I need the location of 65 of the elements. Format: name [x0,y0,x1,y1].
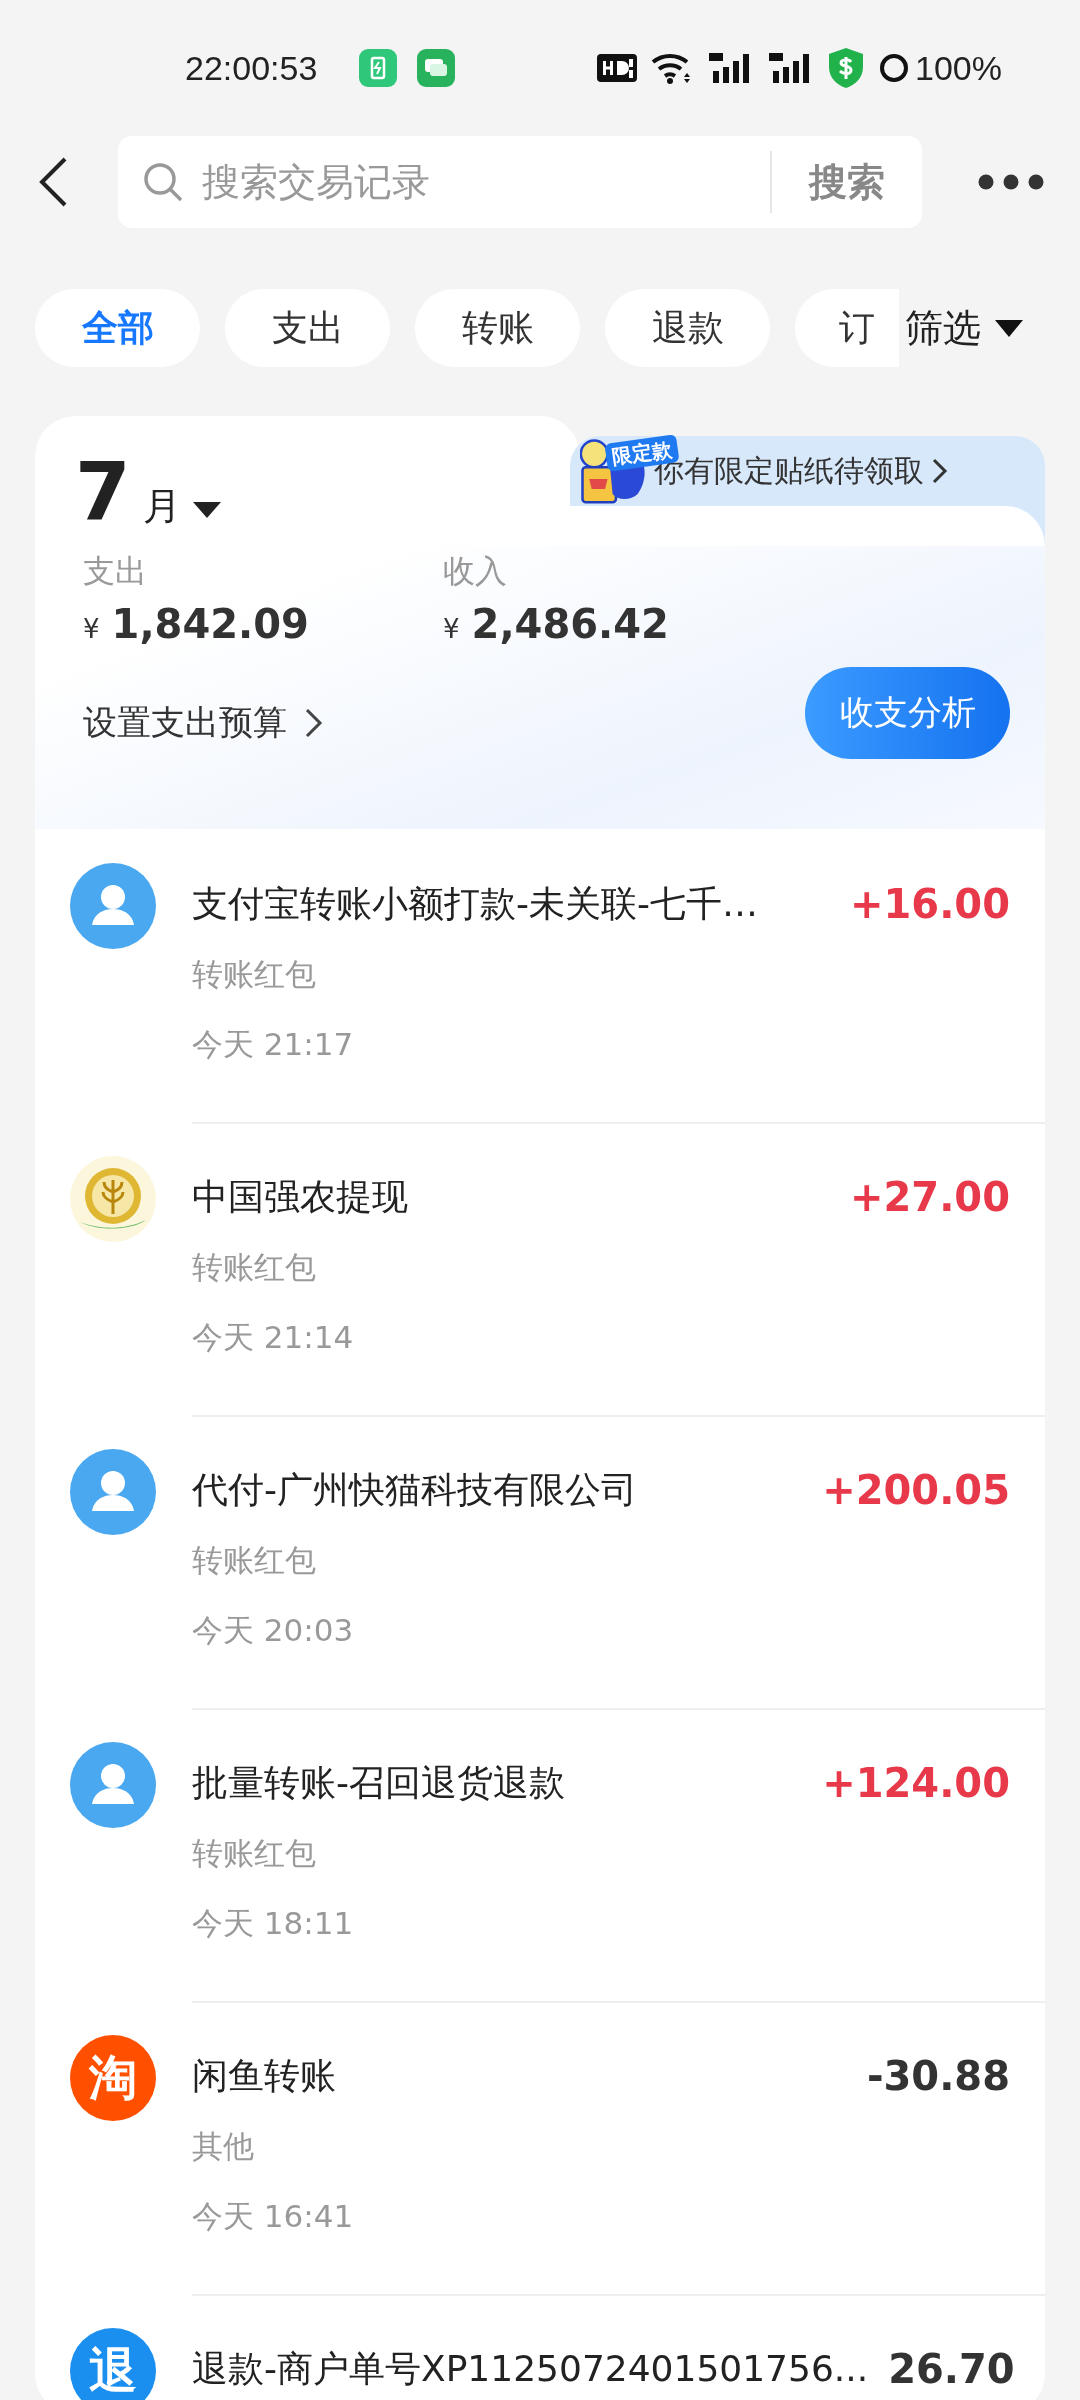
person-avatar-icon [70,1449,156,1535]
search-button[interactable]: 搜索 [772,136,922,228]
caret-icon [995,318,1023,338]
analysis-button[interactable]: 收支分析 [805,667,1010,759]
income-label: 收入 [443,551,508,592]
transaction-amount: +124.00 [822,1760,1010,1806]
transaction-category: 转账红包 [192,1834,317,1873]
transaction-row[interactable]: 代付-广州快猫科技有限公司 +200.05 转账红包 今天 20:03 [35,1415,1045,1708]
chevron-icon [305,708,323,738]
budget-link[interactable]: 设置支出预算 [83,700,323,746]
expense-label: 支出 [83,551,148,592]
transaction-title: 支付宝转账小额打款-未关联-七千… [192,881,758,926]
transaction-row[interactable]: 批量转账-召回退货退款 +124.00 转账红包 今天 18:11 [35,1708,1045,2001]
battery-level: 100% [915,48,1002,88]
transaction-amount: +16.00 [849,881,1010,927]
filter-tab[interactable]: 转账 [415,289,580,367]
filter-tab[interactable]: 订 [795,289,899,367]
transaction-title: 退款-商户单号XP1125072401501756... [192,2346,869,2391]
message-app-icon [417,49,456,87]
filter-tab[interactable]: 全部 [35,289,200,367]
transaction-category: 其他 [192,2127,255,2166]
back-button[interactable] [38,156,68,208]
hd-icon [597,54,638,82]
transaction-category: 转账红包 [192,1541,317,1580]
filter-tab[interactable]: 退款 [605,289,770,367]
caret-icon [192,501,221,519]
person-avatar-icon [70,1742,156,1828]
transaction-amount: 26.70 [888,2346,1015,2392]
battery-app-icon [359,49,398,87]
search-icon [142,161,184,203]
transaction-category: 转账红包 [192,1248,317,1287]
transaction-row[interactable]: 退 退款-商户单号XP1125072401501756... 26.70 [35,2294,1045,2400]
transaction-title: 中国强农提现 [192,1174,408,1219]
chevron-icon [932,458,948,484]
transaction-time: 今天 20:03 [192,1611,355,1650]
transaction-time: 今天 21:17 [192,1025,355,1064]
transaction-title: 批量转账-召回退货退款 [192,1760,565,1805]
more-icon [977,173,1045,191]
transaction-amount: -30.88 [866,2053,1010,2099]
search-field[interactable]: 搜索交易记录 搜索 [118,136,922,228]
transaction-time: 今天 16:41 [192,2197,355,2236]
expense-amount: ¥ 1,842.09 [83,600,310,649]
clock-time: 22:00:53 [185,48,318,88]
more-button[interactable] [977,173,1045,191]
transaction-amount: +200.05 [822,1467,1010,1513]
filter-button[interactable]: 筛选 [905,288,1023,368]
transaction-row[interactable]: 中国强农提现 +27.00 转账红包 今天 21:14 [35,1122,1045,1415]
back-icon [38,156,68,208]
transaction-row[interactable]: 支付宝转账小额打款-未关联-七千… +16.00 转账红包 今天 21:17 [35,829,1045,1122]
ring-icon [879,53,910,83]
transaction-time: 今天 18:11 [192,1904,355,1943]
avatar-icon: 退 [70,2328,156,2400]
wheat-logo-icon [70,1156,156,1242]
income-amount: ¥ 2,486.42 [443,600,670,649]
month-selector[interactable]: 7 月 [75,452,221,532]
avatar-icon: 淘 [70,2035,156,2121]
transaction-category: 转账红包 [192,955,317,994]
transaction-row[interactable]: 淘 闲鱼转账 -30.88 其他 今天 16:41 [35,2001,1045,2294]
filter-tab[interactable]: 支出 [225,289,390,367]
transaction-title: 闲鱼转账 [192,2053,336,2098]
transaction-time: 今天 21:14 [192,1318,355,1357]
person-avatar-icon [70,863,156,949]
shield-icon [827,47,866,89]
transaction-amount: +27.00 [849,1174,1010,1220]
transaction-title: 代付-广州快猫科技有限公司 [192,1467,637,1512]
